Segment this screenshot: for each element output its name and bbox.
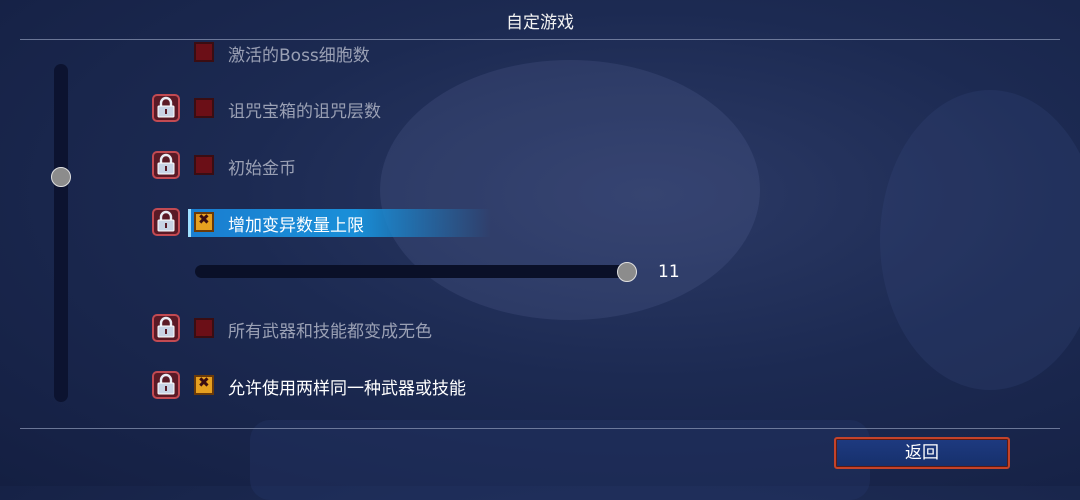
scrollbar-track[interactable] bbox=[54, 64, 68, 402]
lock-icon bbox=[152, 208, 180, 236]
background-castle bbox=[380, 60, 760, 320]
setting-label: 诅咒宝箱的诅咒层数 bbox=[228, 102, 381, 122]
background-swirl bbox=[880, 90, 1080, 390]
setting-checkbox[interactable] bbox=[194, 318, 214, 338]
lock-icon bbox=[152, 151, 180, 179]
setting-label: 允许使用两样同一种武器或技能 bbox=[228, 379, 466, 399]
lock-icon bbox=[152, 314, 180, 342]
setting-checkbox-checked[interactable] bbox=[194, 375, 214, 395]
setting-checkbox[interactable] bbox=[194, 98, 214, 118]
setting-label: 增加变异数量上限 bbox=[228, 216, 364, 236]
page-title: 自定游戏 bbox=[506, 13, 574, 33]
background-text-blur bbox=[250, 420, 870, 500]
setting-checkbox[interactable] bbox=[194, 155, 214, 175]
setting-checkbox[interactable] bbox=[194, 42, 214, 62]
setting-checkbox-checked[interactable] bbox=[194, 212, 214, 232]
footer-divider bbox=[20, 428, 1060, 429]
scrollbar-thumb[interactable] bbox=[51, 167, 71, 187]
setting-label: 初始金币 bbox=[228, 159, 296, 179]
back-button[interactable]: 返回 bbox=[834, 437, 1010, 469]
lock-icon bbox=[152, 371, 180, 399]
header-divider bbox=[20, 39, 1060, 40]
mutation-slider-thumb[interactable] bbox=[617, 262, 637, 282]
mutation-slider-track[interactable] bbox=[195, 265, 635, 278]
mutation-slider-value: 11 bbox=[658, 262, 680, 282]
setting-label: 激活的Boss细胞数 bbox=[228, 46, 370, 66]
lock-icon bbox=[152, 94, 180, 122]
setting-label: 所有武器和技能都变成无色 bbox=[228, 322, 432, 342]
